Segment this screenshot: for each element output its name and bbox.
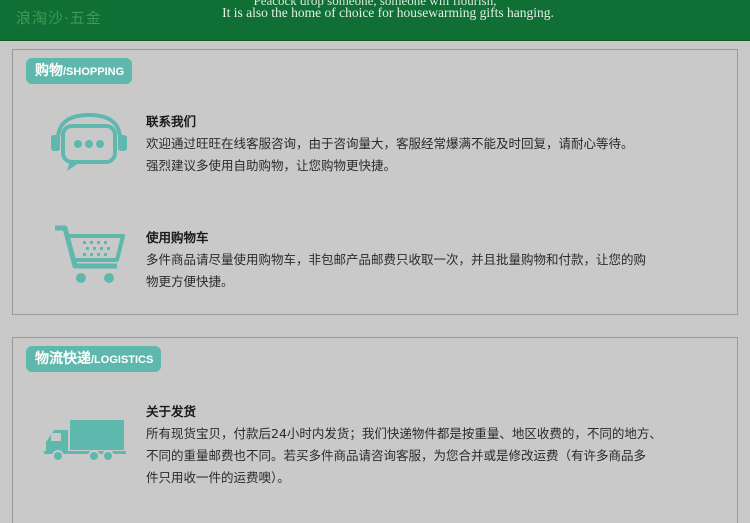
logistics-tag: 物流快递 /LOGISTICS <box>26 346 162 372</box>
contact-us-line-1: 欢迎通过旺旺在线客服咨询，由于咨询量大，客服经常爆满不能及时回复，请耐心等待。 <box>146 136 634 151</box>
shopping-tag-cn: 购物 <box>35 63 63 79</box>
use-cart-line-2: 物更方便快捷。 <box>146 274 234 289</box>
shopping-tag-en: /SHOPPING <box>63 66 125 78</box>
shopping-panel: 购物 /SHOPPING 联系我们 欢迎通过旺旺在线客服咨询，由于咨询量大，客服… <box>12 49 738 315</box>
use-cart-title: 使用购物车 <box>146 230 209 245</box>
contact-us-line-2: 强烈建议多使用自助购物，让您购物更快捷。 <box>146 158 397 173</box>
shipping-line-3: 件只用收一件的运费噢）。 <box>146 470 290 485</box>
use-cart-line-1: 多件商品请尽量使用购物车，非包邮产品邮费只收取一次，并且批量购物和付款，让您的购 <box>146 252 647 267</box>
logistics-panel: 物流快递 /LOGISTICS 关于发货 所有现货宝贝，付款后24小时内发货；我… <box>12 337 738 523</box>
logistics-tag-cn: 物流快递 <box>35 351 91 367</box>
contact-us-text: 联系我们 欢迎通过旺旺在线客服咨询，由于咨询量大，客服经常爆满不能及时回复，请耐… <box>146 111 726 177</box>
contact-us-title: 联系我们 <box>146 114 197 129</box>
delivery-truck-icon <box>44 418 126 466</box>
shopping-cart-icon <box>53 224 127 292</box>
banner-slogan-line-2: It is also the home of choice for housew… <box>222 5 554 20</box>
shipping-line-1: 所有现货宝贝，付款后24小时内发货；我们快递物件都是按重量、地区收费的，不同的地… <box>146 426 662 441</box>
logistics-tag-en: /LOGISTICS <box>91 354 154 366</box>
shopping-tag: 购物 /SHOPPING <box>26 58 133 84</box>
use-cart-text: 使用购物车 多件商品请尽量使用购物车，非包邮产品邮费只收取一次，并且批量购物和付… <box>146 227 726 293</box>
shipping-text: 关于发货 所有现货宝贝，付款后24小时内发货；我们快递物件都是按重量、地区收费的… <box>146 401 726 489</box>
headset-chat-icon <box>50 112 128 179</box>
shipping-line-2: 不同的重量邮费也不同。若买多件商品请咨询客服，为您合并或是修改运费（有许多商品多 <box>146 448 647 463</box>
top-banner: 浪淘沙·五金 Peacock drop someone, someone wil… <box>0 0 750 41</box>
shipping-title: 关于发货 <box>146 404 197 419</box>
